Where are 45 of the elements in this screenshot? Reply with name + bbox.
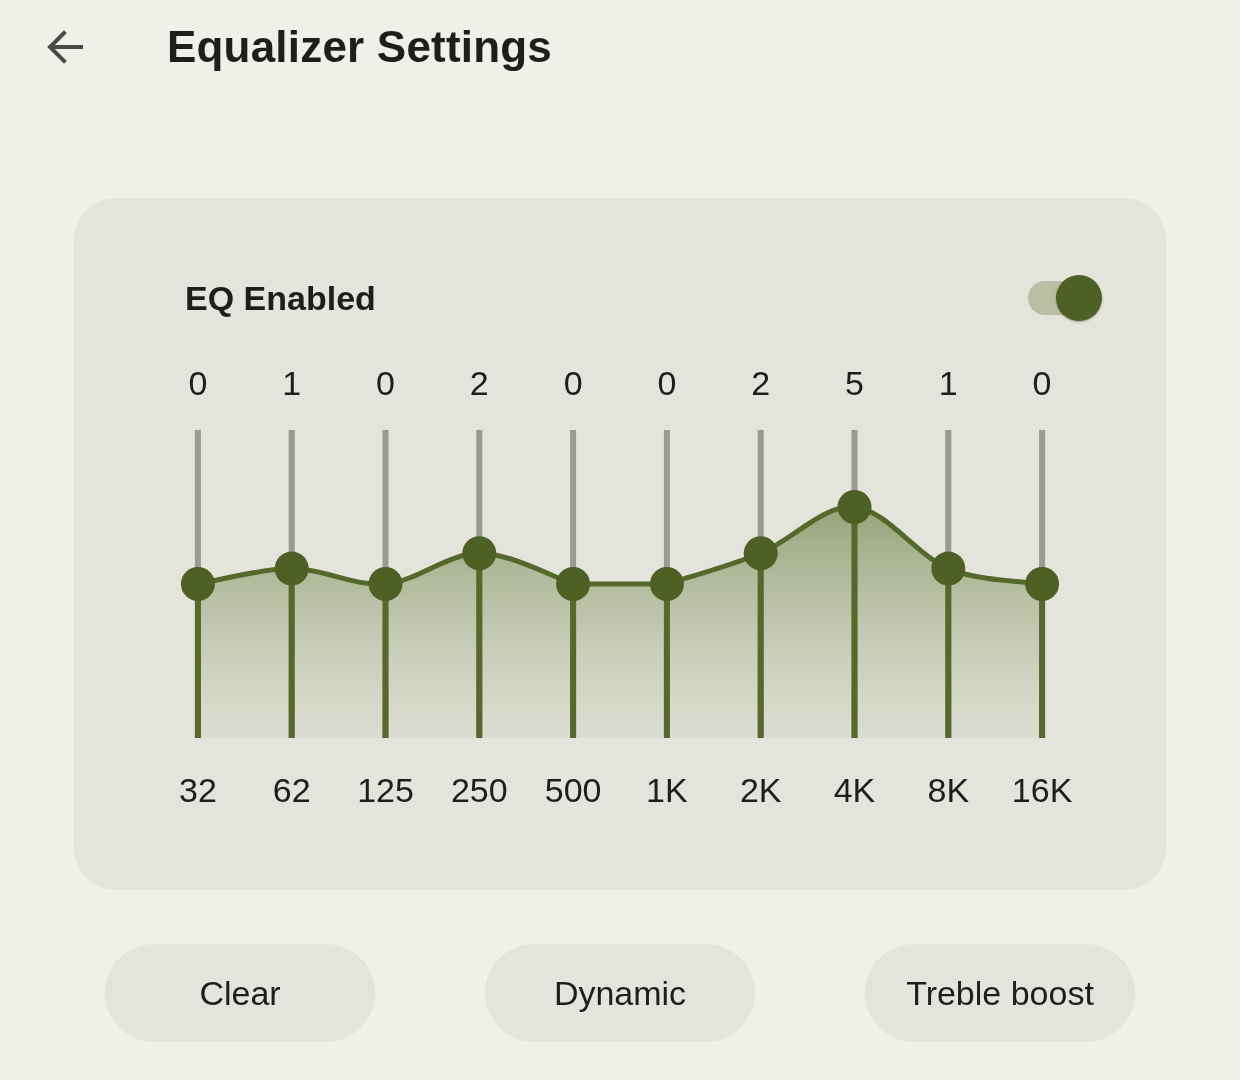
slider-track[interactable]	[931, 430, 966, 738]
band-value: 5	[844, 363, 865, 403]
frequency-label: 62	[271, 770, 312, 810]
frequency-label: 1K	[645, 770, 689, 810]
preset-button[interactable]: Dynamic	[485, 944, 755, 1042]
slider-track[interactable]	[462, 430, 497, 738]
slider-thumb[interactable]	[368, 567, 403, 601]
band-value: 2	[750, 363, 772, 403]
slider-track[interactable]	[743, 430, 778, 738]
slider-track[interactable]	[180, 430, 215, 738]
preset-button[interactable]: Clear	[105, 944, 375, 1042]
frequency-label: 2K	[738, 770, 783, 810]
slider-thumb[interactable]	[180, 567, 215, 601]
slider-thumb[interactable]	[556, 567, 591, 601]
slider-thumb[interactable]	[743, 536, 778, 571]
frequency-label: 125	[356, 770, 415, 810]
slider-thumb[interactable]	[462, 536, 497, 571]
frequency-label: 32	[178, 770, 218, 810]
frequency-label: 4K	[832, 770, 877, 810]
slider-track[interactable]	[556, 430, 591, 738]
frequency-label: 8K	[926, 770, 971, 810]
slider-track[interactable]	[274, 430, 309, 738]
band-value: 1	[937, 363, 959, 403]
band-value: 2	[468, 363, 490, 403]
slider-track[interactable]	[649, 430, 684, 738]
band-value: 0	[375, 363, 396, 403]
frequency-label: 250	[449, 770, 509, 810]
slider-thumb[interactable]	[837, 490, 872, 524]
slider-thumb[interactable]	[649, 567, 684, 601]
slider-thumb[interactable]	[1025, 567, 1060, 601]
band-value: 0	[1031, 363, 1053, 403]
slider-track[interactable]	[837, 430, 872, 738]
page-title: Equalizer Settings	[167, 22, 552, 72]
band-value: 0	[562, 363, 584, 403]
eq-enabled-label: EQ Enabled	[185, 278, 376, 318]
slider-thumb[interactable]	[931, 551, 966, 586]
band-value: 0	[187, 363, 209, 403]
slider-track[interactable]	[1025, 430, 1060, 738]
slider-thumb[interactable]	[274, 551, 309, 586]
band-value: 0	[656, 363, 678, 403]
frequency-label: 500	[543, 770, 603, 810]
preset-button[interactable]: Treble boost	[865, 944, 1135, 1042]
frequency-label: 16K	[1010, 770, 1074, 810]
slider-track[interactable]	[368, 430, 403, 738]
band-value: 1	[281, 363, 303, 403]
